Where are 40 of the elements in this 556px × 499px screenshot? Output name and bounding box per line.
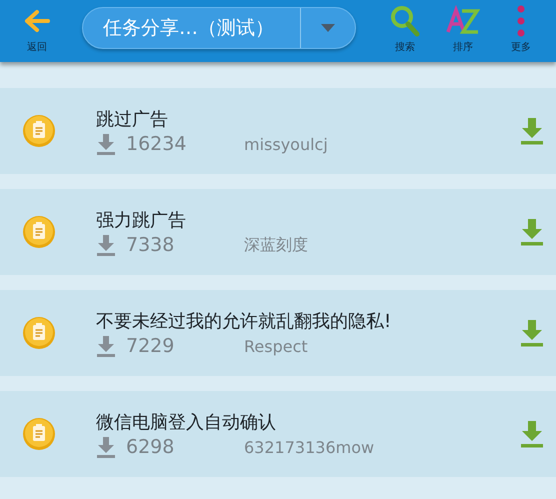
task-card[interactable]: 跳过广告 16234 missyoulcj — [0, 88, 556, 174]
task-author: 深蓝刻度 — [244, 234, 308, 256]
download-count-icon — [96, 133, 116, 155]
download-count: 7229 — [126, 335, 176, 357]
task-title: 跳过广告 — [96, 108, 169, 131]
more-icon — [516, 4, 526, 38]
download-count-icon — [96, 335, 116, 357]
caret-icon — [321, 24, 335, 32]
search-button[interactable]: 搜索 — [376, 0, 434, 54]
more-button[interactable]: 更多 — [492, 0, 550, 54]
download-icon — [520, 319, 544, 347]
download-count: 16234 — [126, 133, 188, 155]
task-share-dropdown[interactable]: 任务分享…（测试） — [82, 7, 356, 49]
task-card[interactable]: 强力跳广告 7338 深蓝刻度 — [0, 189, 556, 275]
download-button[interactable] — [520, 420, 544, 448]
download-button[interactable] — [520, 117, 544, 145]
task-author: missyoulcj — [244, 134, 328, 154]
task-author: Respect — [244, 336, 308, 356]
clipboard-icon — [22, 417, 56, 451]
search-icon — [389, 4, 421, 38]
task-author: 632173136mow — [244, 438, 374, 456]
task-card[interactable]: 微信电脑登入自动确认 6298 632173136mow — [0, 391, 556, 477]
download-button[interactable] — [520, 319, 544, 347]
task-card[interactable]: 不要未经过我的允许就乱翻我的隐私! 7229 Respect — [0, 290, 556, 376]
task-title: 微信电脑登入自动确认 — [96, 411, 277, 434]
download-count-icon — [96, 234, 116, 256]
download-count-icon — [96, 436, 116, 458]
download-count: 6298 — [126, 436, 176, 458]
task-title: 不要未经过我的允许就乱翻我的隐私! — [96, 310, 392, 333]
download-icon — [520, 117, 544, 145]
back-button[interactable]: 返回 — [14, 0, 60, 54]
clipboard-icon — [22, 114, 56, 148]
download-icon — [520, 218, 544, 246]
download-count: 7338 — [126, 234, 176, 256]
download-icon — [520, 420, 544, 448]
clipboard-icon — [22, 316, 56, 350]
clipboard-icon — [22, 215, 56, 249]
task-title: 强力跳广告 — [96, 209, 187, 232]
download-button[interactable] — [520, 218, 544, 246]
sort-button[interactable]: 排序 — [434, 0, 492, 54]
